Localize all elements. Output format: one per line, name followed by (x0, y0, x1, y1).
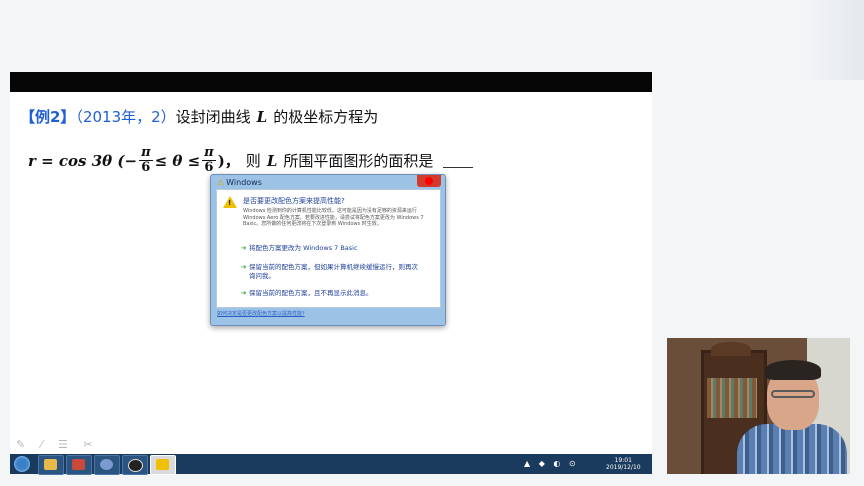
curve-variable: L (256, 108, 268, 126)
option-keep-never[interactable]: ➔ 保留当前的配色方案，且不再显示此消息。 (241, 289, 424, 298)
clock[interactable]: 19:01 2019/12/10 (606, 457, 641, 471)
option-label: 将配色方案更改为 Windows 7 Basic (249, 244, 358, 252)
dialog-description: Windows 检测到你的计算机性能比较低。这可能是因为没有足够的资源来运行 W… (243, 208, 424, 227)
warning-small-icon: ⚠ (217, 178, 225, 187)
close-icon (425, 177, 433, 185)
polar-equation: r = cos 3θ (− π 6 ≤ θ ≤ π 6 )， 则 L 所围平面图… (28, 146, 474, 175)
question-heading: 【例2】（2013年，2）设封闭曲线 L 的极坐标方程为 (20, 106, 378, 127)
close-button[interactable] (417, 175, 441, 187)
folder-icon (44, 459, 57, 470)
equation-lhs: r = cos 3θ (− (28, 151, 138, 170)
fraction-denominator: 6 (204, 160, 214, 175)
taskbar-warning[interactable] (150, 455, 176, 475)
start-button[interactable] (14, 456, 30, 472)
system-tray[interactable]: ▲ ◆ ◐ ⊙ (524, 459, 579, 468)
webcam-books (707, 378, 757, 418)
option-change-basic[interactable]: ➔ 将配色方案更改为 Windows 7 Basic (241, 244, 424, 253)
example-tag: 【例2】 (20, 108, 76, 126)
dialog-body: ! 是否要更改配色方案来提高性能? Windows 检测到你的计算机性能比较低。… (216, 189, 441, 308)
taskbar: ▲ ◆ ◐ ⊙ 19:01 2019/12/10 (10, 454, 652, 475)
curve-variable: L (266, 151, 278, 170)
webcam-presenter-shirt (737, 424, 847, 474)
clock-date: 2019/12/10 (606, 464, 641, 471)
then-word: 则 (245, 152, 261, 170)
warning-mark: ! (228, 199, 232, 207)
dialog-heading: 是否要更改配色方案来提高性能? (243, 197, 345, 205)
fraction-numerator: π (139, 145, 153, 161)
answer-blank (443, 153, 474, 168)
help-link[interactable]: 如何决定是否更改配色方案以提高性能? (217, 310, 305, 317)
webcam-overlay (667, 338, 850, 474)
video-top-bar (10, 72, 652, 92)
warning-icon (156, 459, 169, 470)
presentation-icon (72, 459, 85, 470)
exam-year: （2013年，2） (75, 108, 176, 126)
inequality: ≤ θ ≤ (154, 151, 201, 170)
fraction-numerator: π (202, 145, 216, 161)
slide-tools[interactable]: ✎ ⁄ ☰ ✂ (16, 438, 99, 451)
arrow-icon: ➔ (241, 244, 247, 252)
taskbar-app-2[interactable] (66, 455, 92, 475)
taskbar-obs[interactable] (122, 455, 148, 475)
clock-time: 19:01 (614, 457, 632, 464)
fraction-denominator: 6 (141, 160, 151, 175)
taskbar-app-3[interactable] (94, 455, 120, 475)
option-keep-ask[interactable]: ➔ 保留当前的配色方案，但如果计算机继续缓慢运行，则再次询问我。 (241, 263, 424, 281)
webcam-shelf-crest (711, 342, 751, 356)
arrow-icon: ➔ (241, 289, 247, 297)
record-icon (128, 459, 143, 472)
webcam-presenter-glasses (771, 390, 815, 398)
taskbar-explorer[interactable] (38, 455, 64, 475)
question-text-1: 设封闭曲线 (175, 108, 251, 126)
fraction-upper: π 6 (202, 146, 216, 175)
fraction-lower: π 6 (139, 146, 153, 175)
option-label: 保留当前的配色方案，但如果计算机继续缓慢运行，则再次询问我。 (249, 263, 418, 280)
color-scheme-dialog: ⚠ Windows ! 是否要更改配色方案来提高性能? Windows 检测到你的… (210, 174, 446, 326)
option-label: 保留当前的配色方案，且不再显示此消息。 (249, 289, 373, 297)
equation-close: )， (217, 152, 240, 170)
dialog-title: ⚠ Windows (217, 178, 262, 187)
camera-icon (100, 459, 113, 470)
arrow-icon: ➔ (241, 263, 247, 271)
dialog-title-text: Windows (226, 178, 262, 187)
background-decoration (800, 0, 864, 80)
question-rest: 所围平面图形的面积是 (283, 152, 434, 170)
webcam-presenter-hair (765, 360, 821, 380)
question-text-2: 的极坐标方程为 (273, 108, 379, 126)
